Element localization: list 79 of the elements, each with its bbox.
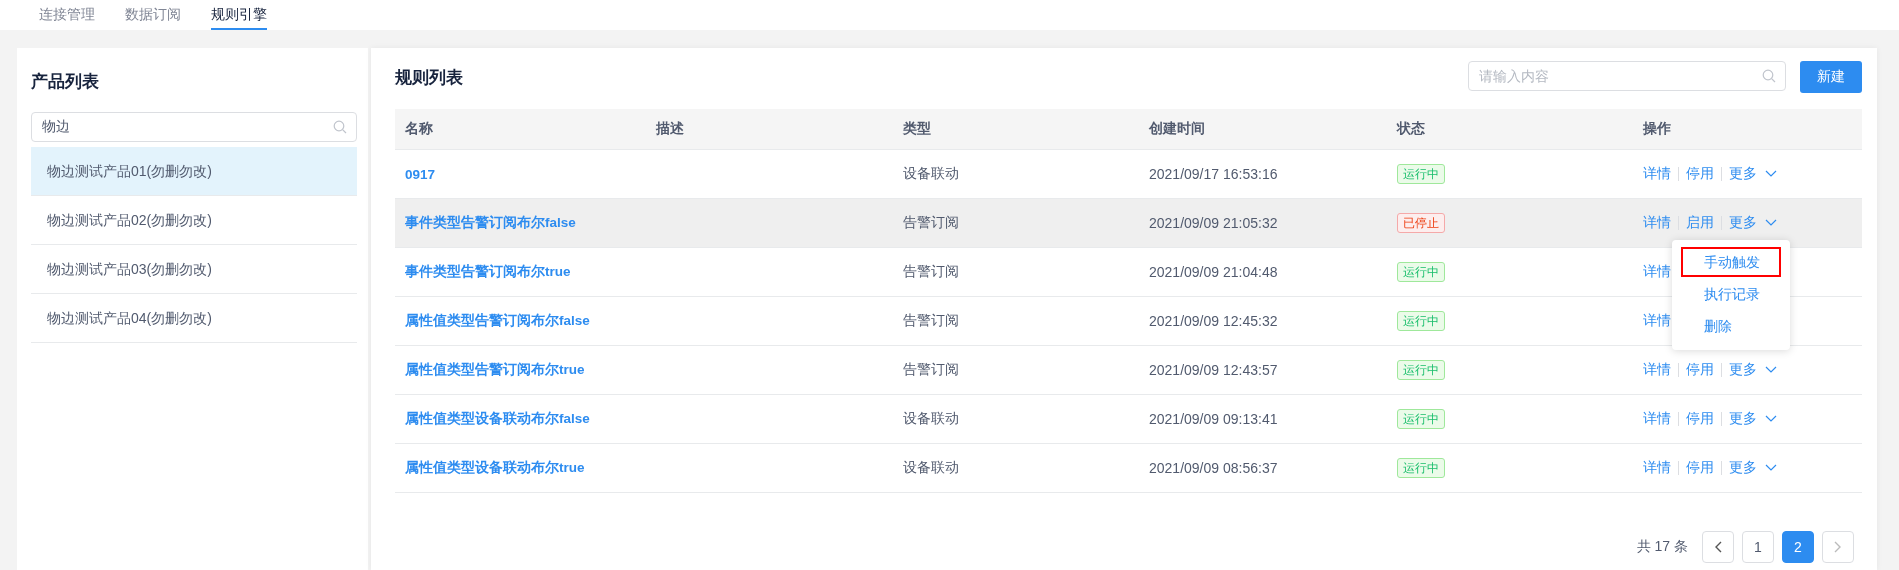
column-header: 创建时间 <box>1149 120 1206 138</box>
column-header: 名称 <box>405 120 434 138</box>
status-tag: 运行中 <box>1397 360 1445 380</box>
search-icon <box>1762 69 1776 83</box>
chevron-down-icon[interactable] <box>1765 415 1777 423</box>
status-tag: 已停止 <box>1397 213 1445 233</box>
product-item[interactable]: 物边测试产品01(勿删勿改) <box>31 147 357 196</box>
table-cell-text: 告警订阅 <box>903 361 960 379</box>
action-link[interactable]: 详情 <box>1643 410 1671 428</box>
status-tag: 运行中 <box>1397 458 1445 478</box>
action-link[interactable]: 详情 <box>1643 459 1671 477</box>
table-cell-text: 2021/09/09 21:05:32 <box>1149 215 1279 231</box>
more-link[interactable]: 更多 <box>1729 410 1757 428</box>
chevron-down-icon[interactable] <box>1765 464 1777 472</box>
product-item[interactable]: 物边测试产品02(勿删勿改) <box>31 196 357 245</box>
more-link[interactable]: 更多 <box>1729 459 1757 477</box>
action-link[interactable]: 详情 <box>1643 214 1671 232</box>
table-cell-text: 2021/09/17 16:53:16 <box>1149 166 1279 182</box>
table-cell-text: 告警订阅 <box>903 263 960 281</box>
table-cell-text: 2021/09/09 12:45:32 <box>1149 313 1279 329</box>
table-cell-text: 2021/09/09 21:04:48 <box>1149 264 1279 280</box>
rule-name-link[interactable]: 属性值类型告警订阅布尔false <box>405 313 590 328</box>
total-count: 共 17 条 <box>1636 538 1688 556</box>
action-link[interactable]: 停用 <box>1686 361 1714 379</box>
action-link[interactable]: 详情 <box>1643 165 1671 183</box>
table-cell-text: 设备联动 <box>903 165 960 183</box>
more-link[interactable]: 更多 <box>1729 165 1757 183</box>
rule-name-link[interactable]: 事件类型告警订阅布尔true <box>405 264 571 279</box>
product-item[interactable]: 物边测试产品03(勿删勿改) <box>31 245 357 294</box>
product-item[interactable]: 物边测试产品04(勿删勿改) <box>31 294 357 343</box>
prev-page-button[interactable] <box>1702 531 1734 563</box>
table-cell-text: 告警订阅 <box>903 312 960 330</box>
rule-name-link[interactable]: 属性值类型设备联动布尔false <box>405 411 590 426</box>
search-field[interactable]: 物边 <box>31 112 357 142</box>
column-header: 操作 <box>1643 120 1672 138</box>
page-button[interactable]: 2 <box>1782 531 1814 563</box>
nav-tab[interactable]: 规则引擎 <box>211 0 267 30</box>
table-cell-text: 设备联动 <box>903 459 960 477</box>
search-field[interactable]: 请输入内容 <box>1468 61 1786 91</box>
rule-name-link[interactable]: 属性值类型设备联动布尔true <box>405 460 585 475</box>
column-header: 类型 <box>903 120 932 138</box>
menu-item[interactable]: 执行记录 <box>1681 279 1781 309</box>
search-icon <box>333 120 347 134</box>
action-link[interactable]: 详情 <box>1643 312 1671 330</box>
panel-title: 产品列表 <box>31 71 100 93</box>
table-cell-text: 2021/09/09 09:13:41 <box>1149 411 1279 427</box>
action-link[interactable]: 启用 <box>1686 214 1714 232</box>
new-button[interactable]: 新建 <box>1800 61 1862 93</box>
action-link[interactable]: 停用 <box>1686 165 1714 183</box>
action-link[interactable]: 停用 <box>1686 459 1714 477</box>
chevron-left-icon <box>1714 541 1722 553</box>
nav-tab[interactable]: 数据订阅 <box>125 0 181 30</box>
status-tag: 运行中 <box>1397 164 1445 184</box>
chevron-down-icon[interactable] <box>1765 170 1777 178</box>
status-tag: 运行中 <box>1397 409 1445 429</box>
status-tag: 运行中 <box>1397 262 1445 282</box>
chevron-down-icon[interactable] <box>1765 219 1777 227</box>
action-link[interactable]: 详情 <box>1643 263 1671 281</box>
table-cell-text: 2021/09/09 12:43:57 <box>1149 362 1279 378</box>
menu-item[interactable]: 手动触发 <box>1681 247 1781 277</box>
status-tag: 运行中 <box>1397 311 1445 331</box>
action-link[interactable]: 停用 <box>1686 410 1714 428</box>
panel-title: 规则列表 <box>395 67 463 89</box>
more-link[interactable]: 更多 <box>1729 214 1757 232</box>
rule-name-link[interactable]: 0917 <box>405 167 436 182</box>
menu-item[interactable]: 删除 <box>1681 311 1781 341</box>
rule-name-link[interactable]: 属性值类型告警订阅布尔true <box>405 362 585 377</box>
chevron-right-icon <box>1834 541 1842 553</box>
table-cell-text: 告警订阅 <box>903 214 960 232</box>
action-link[interactable]: 详情 <box>1643 361 1671 379</box>
rule-name-link[interactable]: 事件类型告警订阅布尔false <box>405 215 576 230</box>
table-cell-text: 2021/09/09 08:56:37 <box>1149 460 1279 476</box>
column-header: 状态 <box>1397 120 1426 138</box>
column-header: 描述 <box>656 120 685 138</box>
more-link[interactable]: 更多 <box>1729 361 1757 379</box>
table-cell-text: 设备联动 <box>903 410 960 428</box>
chevron-down-icon[interactable] <box>1765 366 1777 374</box>
nav-tab[interactable]: 连接管理 <box>39 0 95 30</box>
page-button[interactable]: 1 <box>1742 531 1774 563</box>
